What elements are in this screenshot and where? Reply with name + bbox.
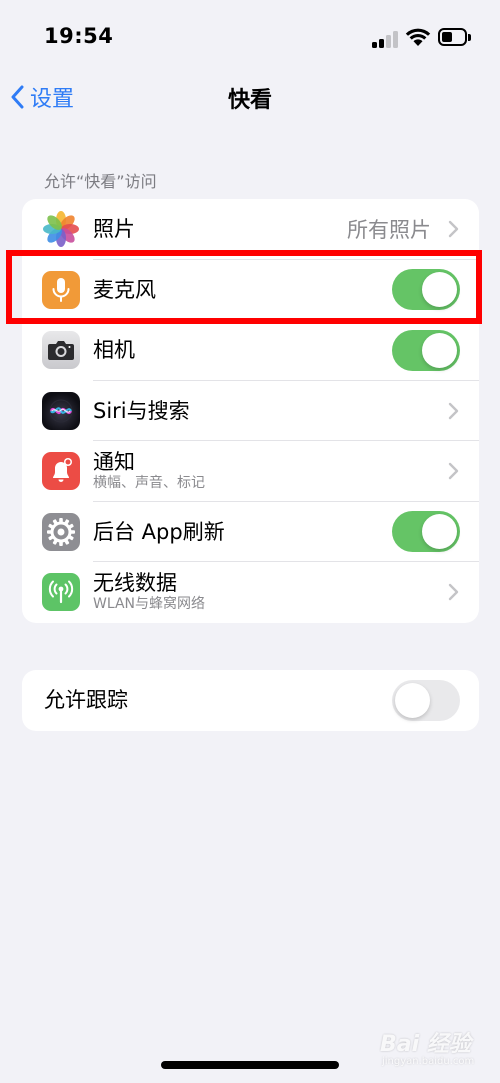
row-notifications-text: 通知 横幅、声音、标记 — [93, 450, 369, 492]
row-wireless-data-label: 无线数据 — [93, 571, 177, 596]
chevron-right-icon — [448, 463, 459, 480]
row-siri[interactable]: Siri与搜索 — [22, 381, 479, 441]
status-bar: 19:54 — [0, 0, 500, 80]
row-camera-label: 相机 — [93, 338, 135, 363]
section-header: 允许“快看”访问 — [44, 172, 157, 191]
row-camera: 相机 — [22, 320, 479, 381]
row-microphone: 麦克风 — [22, 260, 479, 320]
home-indicator[interactable] — [161, 1061, 339, 1069]
chevron-right-icon — [448, 402, 459, 419]
row-microphone-text: 麦克风 — [93, 278, 369, 302]
microphone-icon — [42, 270, 80, 309]
camera-toggle[interactable] — [392, 329, 460, 371]
siri-icon — [42, 391, 80, 430]
page-title: 快看 — [227, 88, 272, 113]
row-microphone-label: 麦克风 — [93, 277, 156, 302]
chevron-right-icon — [448, 221, 459, 238]
row-background-app-refresh-label: 后台 App刷新 — [93, 519, 225, 544]
row-allow-tracking: 允许跟踪 — [22, 670, 479, 731]
row-photos-text: 照片 — [93, 217, 369, 241]
battery-icon — [438, 28, 472, 48]
row-wireless-data-sublabel: WLAN与蜂窝网络 — [93, 596, 206, 613]
row-photos-value: 所有照片 — [347, 218, 431, 243]
row-notifications-label: 通知 — [93, 450, 135, 475]
camera-icon — [42, 331, 80, 370]
tracking-settings-group: 允许跟踪 — [22, 670, 479, 731]
watermark-domain: jingyan.baidu.com — [382, 1056, 475, 1067]
background-app-refresh-toggle[interactable] — [392, 511, 460, 553]
navigation-bar: 设置 快看 — [0, 72, 500, 122]
row-siri-label: Siri与搜索 — [93, 398, 190, 423]
status-time: 19:54 — [44, 24, 114, 48]
access-settings-group: 照片 所有照片 麦克风 相机 Siri与搜索 通知 横幅、声音、标记 后台 Ap… — [22, 199, 479, 623]
screen: 19:54 设置 快看 允许“快看”访问 照片 所有照片 麦克风 相机 Siri… — [0, 0, 500, 1083]
row-wireless-data-text: 无线数据 WLAN与蜂窝网络 — [93, 571, 369, 613]
row-notifications[interactable]: 通知 横幅、声音、标记 — [22, 441, 479, 502]
antenna-icon — [42, 573, 80, 612]
wifi-icon — [405, 28, 431, 46]
microphone-toggle[interactable] — [392, 269, 460, 311]
row-photos-label: 照片 — [93, 217, 135, 242]
cellular-signal-icon — [372, 30, 400, 48]
row-photos[interactable]: 照片 所有照片 — [22, 199, 479, 260]
row-wireless-data[interactable]: 无线数据 WLAN与蜂窝网络 — [22, 562, 479, 623]
notification-bell-icon — [42, 452, 80, 491]
gear-icon — [42, 512, 80, 551]
row-camera-text: 相机 — [93, 338, 369, 362]
row-background-app-refresh: 后台 App刷新 — [22, 502, 479, 562]
allow-tracking-toggle[interactable] — [392, 679, 460, 721]
row-notifications-sublabel: 横幅、声音、标记 — [93, 475, 205, 492]
watermark-brand: Bai 经验 — [380, 1032, 471, 1057]
row-allow-tracking-label: 允许跟踪 — [44, 688, 128, 713]
photos-icon — [42, 210, 80, 249]
chevron-right-icon — [448, 584, 459, 601]
watermark: Bai 经验 jingyan.baidu.com — [380, 1022, 490, 1072]
row-background-app-refresh-text: 后台 App刷新 — [93, 520, 369, 544]
row-siri-text: Siri与搜索 — [93, 399, 369, 423]
